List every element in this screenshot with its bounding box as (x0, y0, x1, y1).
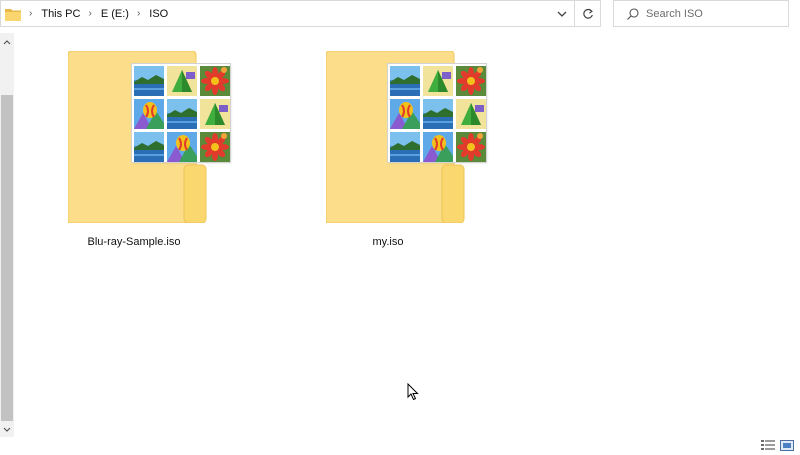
search-box[interactable] (613, 0, 789, 27)
flower-thumbnail (456, 132, 486, 162)
thumbnail-grid (132, 64, 230, 162)
address-history-button[interactable] (548, 1, 574, 26)
landscape-thumbnail (390, 66, 420, 96)
chevron-up-icon (3, 39, 11, 44)
details-view-button[interactable] (760, 439, 776, 452)
landscape-thumbnail (134, 132, 164, 162)
breadcrumb-this-pc[interactable]: This PC (41, 8, 80, 20)
flower-thumbnail (456, 66, 486, 96)
details-view-icon (761, 440, 775, 450)
cone-thumbnail (167, 66, 197, 96)
cone-thumbnail (456, 99, 486, 129)
vertical-scrollbar[interactable] (0, 33, 14, 437)
flower-thumbnail (200, 132, 230, 162)
refresh-button[interactable] (574, 1, 600, 26)
breadcrumb-iso[interactable]: ISO (149, 8, 168, 20)
balloon-thumbnail (423, 132, 453, 162)
balloon-thumbnail (390, 99, 420, 129)
file-item[interactable]: my.iso (300, 48, 486, 258)
cone-thumbnail (423, 66, 453, 96)
chevron-right-icon[interactable]: › (88, 8, 91, 19)
refresh-icon (582, 8, 593, 19)
scroll-down-button[interactable] (0, 422, 14, 436)
chevron-down-icon (557, 11, 566, 17)
breadcrumb-drive-e[interactable]: E (E:) (101, 8, 129, 20)
search-input[interactable] (646, 7, 786, 20)
file-item[interactable]: Blu-ray-Sample.iso (44, 48, 230, 258)
address-bar[interactable]: › This PC › E (E:) › ISO (0, 0, 601, 27)
cone-thumbnail (200, 99, 230, 129)
thumbnail-grid (388, 64, 486, 162)
flower-thumbnail (200, 66, 230, 96)
mouse-pointer-icon (407, 383, 419, 401)
folder-icon (5, 7, 21, 21)
scroll-up-button[interactable] (0, 35, 14, 49)
landscape-thumbnail (134, 66, 164, 96)
balloon-thumbnail (134, 99, 164, 129)
chevron-right-icon[interactable]: › (137, 8, 140, 19)
file-name: my.iso (372, 236, 404, 248)
file-name: Blu-ray-Sample.iso (87, 236, 181, 248)
search-icon (627, 7, 639, 20)
chevron-right-icon[interactable]: › (29, 8, 32, 19)
scrollbar-thumb[interactable] (1, 95, 13, 421)
landscape-thumbnail (390, 132, 420, 162)
landscape-thumbnail (167, 99, 197, 129)
chevron-down-icon (3, 427, 11, 432)
breadcrumb: › This PC › E (E:) › ISO (21, 1, 168, 26)
large-icons-view-button[interactable] (779, 439, 795, 452)
balloon-thumbnail (167, 132, 197, 162)
landscape-thumbnail (423, 99, 453, 129)
large-icons-view-icon (780, 440, 794, 451)
